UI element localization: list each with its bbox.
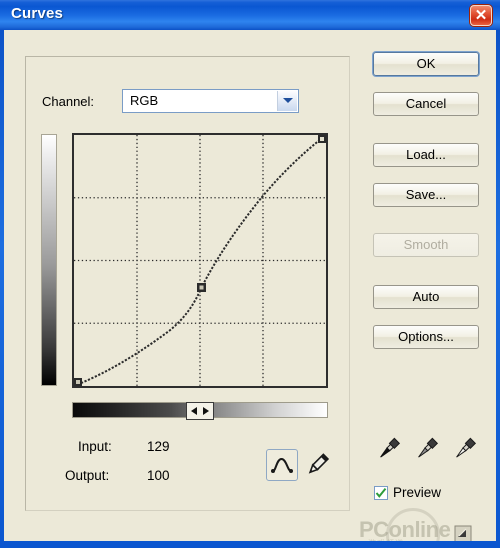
output-value: 100 <box>147 468 170 483</box>
gray-point-eyedropper[interactable] <box>411 434 441 464</box>
resize-grip[interactable] <box>454 525 472 541</box>
curve-graph[interactable] <box>72 133 328 388</box>
arrow-right-icon <box>203 407 209 415</box>
curves-dialog-window: Curves ✕ Channel: RGB Input: 129 Output:… <box>0 0 500 548</box>
eyedropper-group <box>373 434 483 464</box>
white-point-eyedropper[interactable] <box>449 434 479 464</box>
save-button[interactable]: Save... <box>373 183 479 207</box>
channel-label: Channel: <box>42 94 95 109</box>
title-bar: Curves ✕ <box>0 0 500 30</box>
gradient-direction-handle[interactable] <box>186 402 214 420</box>
options-button[interactable]: Options... <box>373 325 479 349</box>
output-gradient-bar <box>41 134 57 386</box>
channel-dropdown-arrow-box[interactable] <box>277 91 297 111</box>
curve-graph-svg[interactable] <box>74 135 326 386</box>
close-icon: ✕ <box>474 7 488 24</box>
resize-grip-icon <box>454 525 472 541</box>
close-button[interactable]: ✕ <box>470 5 492 26</box>
checkmark-icon <box>375 487 387 498</box>
load-button[interactable]: Load... <box>373 143 479 167</box>
grid-lines <box>74 135 326 386</box>
curve-tool-icon <box>271 457 293 473</box>
preview-label: Preview <box>393 485 442 500</box>
watermark-secondary-sub: 游戏频道 <box>368 538 404 541</box>
gray-point-eyedropper-icon <box>418 437 439 458</box>
input-label: Input: <box>78 439 112 454</box>
black-point-eyedropper[interactable] <box>373 434 403 464</box>
channel-selected-value: RGB <box>130 93 159 108</box>
input-value: 129 <box>147 439 170 454</box>
input-gradient-bar[interactable] <box>72 402 328 420</box>
smooth-button: Smooth <box>373 233 479 257</box>
pencil-tool-icon <box>308 453 330 474</box>
arrow-left-icon <box>191 407 197 415</box>
control-point-black[interactable] <box>74 378 82 386</box>
ok-button[interactable]: OK <box>373 52 479 76</box>
black-point-eyedropper-icon <box>380 437 401 458</box>
window-title: Curves <box>11 5 64 22</box>
curve-tool-button[interactable] <box>266 449 298 481</box>
control-point-white[interactable] <box>318 135 326 143</box>
white-point-eyedropper-icon <box>456 437 477 458</box>
preview-checkbox[interactable] <box>374 486 388 500</box>
channel-dropdown[interactable]: RGB <box>122 89 299 113</box>
auto-button[interactable]: Auto <box>373 285 479 309</box>
output-label: Output: <box>65 468 110 483</box>
dialog-client-area: Channel: RGB Input: 129 Output: 100 OK C… <box>4 30 496 541</box>
pencil-tool-button[interactable] <box>303 451 331 480</box>
chevron-down-icon <box>283 98 293 103</box>
control-point-mid[interactable] <box>197 283 206 292</box>
cancel-button[interactable]: Cancel <box>373 92 479 116</box>
